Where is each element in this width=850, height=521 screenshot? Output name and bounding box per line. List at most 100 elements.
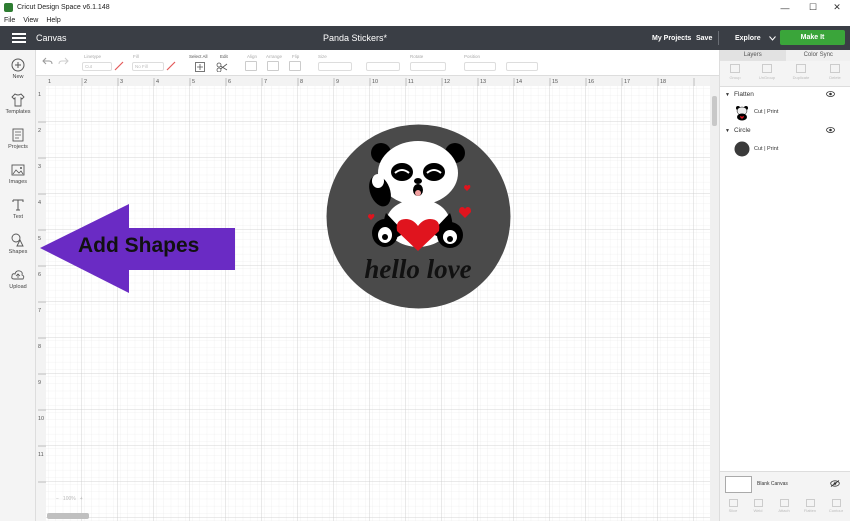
select-all-icon[interactable] [195,62,205,72]
weld-icon [753,499,763,507]
explore-dropdown[interactable]: Explore [735,35,776,42]
duplicate-icon [796,64,806,73]
window-titlebar: Cricut Design Space v6.1.148 [0,0,850,15]
header-separator [718,31,719,45]
caret-down-icon[interactable]: ▼ [725,92,730,98]
ruler-tick-label: 1 [48,79,51,85]
layers-panel: Layers Color Sync Group UnGroup Duplicat… [719,50,850,521]
tab-color-sync[interactable]: Color Sync [785,50,850,61]
sidebar-item-new[interactable]: New [0,58,36,80]
ruler-tick-label: 7 [264,79,267,85]
eye-icon[interactable] [826,127,835,133]
caret-down-icon[interactable]: ▼ [725,128,730,134]
layer-group-name: Flatten [734,91,754,98]
zoom-level: 100% [62,496,76,502]
slice-button[interactable]: Slice [720,499,746,513]
linetype-label: Linetype [84,54,102,59]
rotate-input[interactable] [410,62,446,71]
size-width-input[interactable] [318,62,352,71]
layer-item-panda[interactable]: Cut | Print [720,103,850,123]
delete-button[interactable]: Delete [822,64,848,80]
ruler-tick-label: 14 [516,79,522,85]
sidebar-item-templates[interactable]: Templates [0,93,36,115]
flatten-icon [805,499,815,507]
fill-select[interactable]: No Fill [132,62,164,71]
arrange-icon[interactable] [267,61,279,71]
window-title: Cricut Design Space v6.1.148 [17,4,110,11]
image-icon [11,164,25,176]
sidebar-label-new: New [12,74,24,80]
ruler-tick-label: 17 [624,79,630,85]
zoom-in-button[interactable]: + [80,496,83,502]
fill-color-icon[interactable] [166,61,176,71]
ruler-tick-label: 6 [228,79,231,85]
sidebar-item-shapes[interactable]: Shapes [0,233,36,255]
group-button[interactable]: Group [722,64,748,80]
flip-icon[interactable] [289,61,301,71]
sidebar-label-templates: Templates [5,109,31,115]
rotate-label: Rotate [410,54,424,59]
group-label: Group [729,75,741,80]
zoom-out-button[interactable]: − [56,496,59,502]
layer-group-name: Circle [734,127,751,134]
menu-help[interactable]: Help [46,17,60,24]
sidebar-item-upload[interactable]: Upload [0,268,36,290]
hidden-eye-icon[interactable] [830,480,840,487]
position-label: Position [464,54,481,59]
redo-icon[interactable] [58,57,69,66]
ungroup-icon [762,64,772,73]
layer-group-circle[interactable]: ▼ Circle [720,126,850,138]
linetype-select[interactable]: Cut [82,62,112,71]
vertical-scrollbar[interactable] [710,76,719,521]
flatten-button[interactable]: Flatten [797,499,823,513]
save-link[interactable]: Save [696,35,712,42]
vertical-scroll-thumb[interactable] [712,96,717,126]
plus-circle-icon [11,58,25,72]
minimize-button[interactable]: — [772,0,798,15]
layer-item-circle[interactable]: Cut | Print [720,140,850,160]
sticker-design[interactable]: hello love [325,123,512,310]
align-icon[interactable] [245,61,257,71]
text-icon [12,199,24,211]
sidebar-label-projects: Projects [8,144,28,150]
blank-canvas-swatch[interactable] [725,476,752,493]
contour-label: Contour [828,508,844,513]
sidebar-label-text: Text [12,214,24,220]
ruler-tick-label: 2 [38,128,41,134]
horizontal-scrollbar[interactable] [47,513,89,519]
position-x-input[interactable] [464,62,496,71]
sidebar-item-projects[interactable]: Projects [0,128,36,150]
ruler-tick-label: 11 [38,452,44,458]
size-height-input[interactable] [366,62,400,71]
ruler-tick-label: 13 [480,79,486,85]
close-window-button[interactable]: ✕ [824,0,850,15]
app-icon [4,3,13,12]
ruler-tick-label: 1 [38,92,41,98]
tab-layers[interactable]: Layers [720,50,786,61]
callout-label: Add Shapes [78,234,200,257]
layer-label: Cut | Print [754,109,779,115]
maximize-button[interactable]: ☐ [800,0,826,15]
layer-group-flatten[interactable]: ▼ Flatten [720,90,850,102]
sidebar-item-text[interactable]: Text [0,198,36,220]
sidebar-label-upload: Upload [9,284,27,290]
undo-icon[interactable] [42,57,53,66]
contour-icon [831,499,841,507]
attach-button[interactable]: Attach [771,499,797,513]
duplicate-button[interactable]: Duplicate [788,64,814,80]
menu-file[interactable]: File [4,17,15,24]
ruler-tick-label: 5 [192,79,195,85]
make-it-button[interactable]: Make It [780,30,845,45]
menu-view[interactable]: View [23,17,38,24]
linetype-color-icon[interactable] [114,61,124,71]
eye-icon[interactable] [826,91,835,97]
ungroup-button[interactable]: UnGroup [754,64,780,80]
weld-button[interactable]: Weld [745,499,771,513]
my-projects-link[interactable]: My Projects [652,35,691,42]
sidebar-item-images[interactable]: Images [0,163,36,185]
position-y-input[interactable] [506,62,538,71]
zoom-controls: − 100% + [56,496,83,502]
ruler-tick-label: 11 [408,79,414,85]
contour-button[interactable]: Contour [823,499,849,513]
edit-scissors-icon[interactable] [216,62,230,72]
